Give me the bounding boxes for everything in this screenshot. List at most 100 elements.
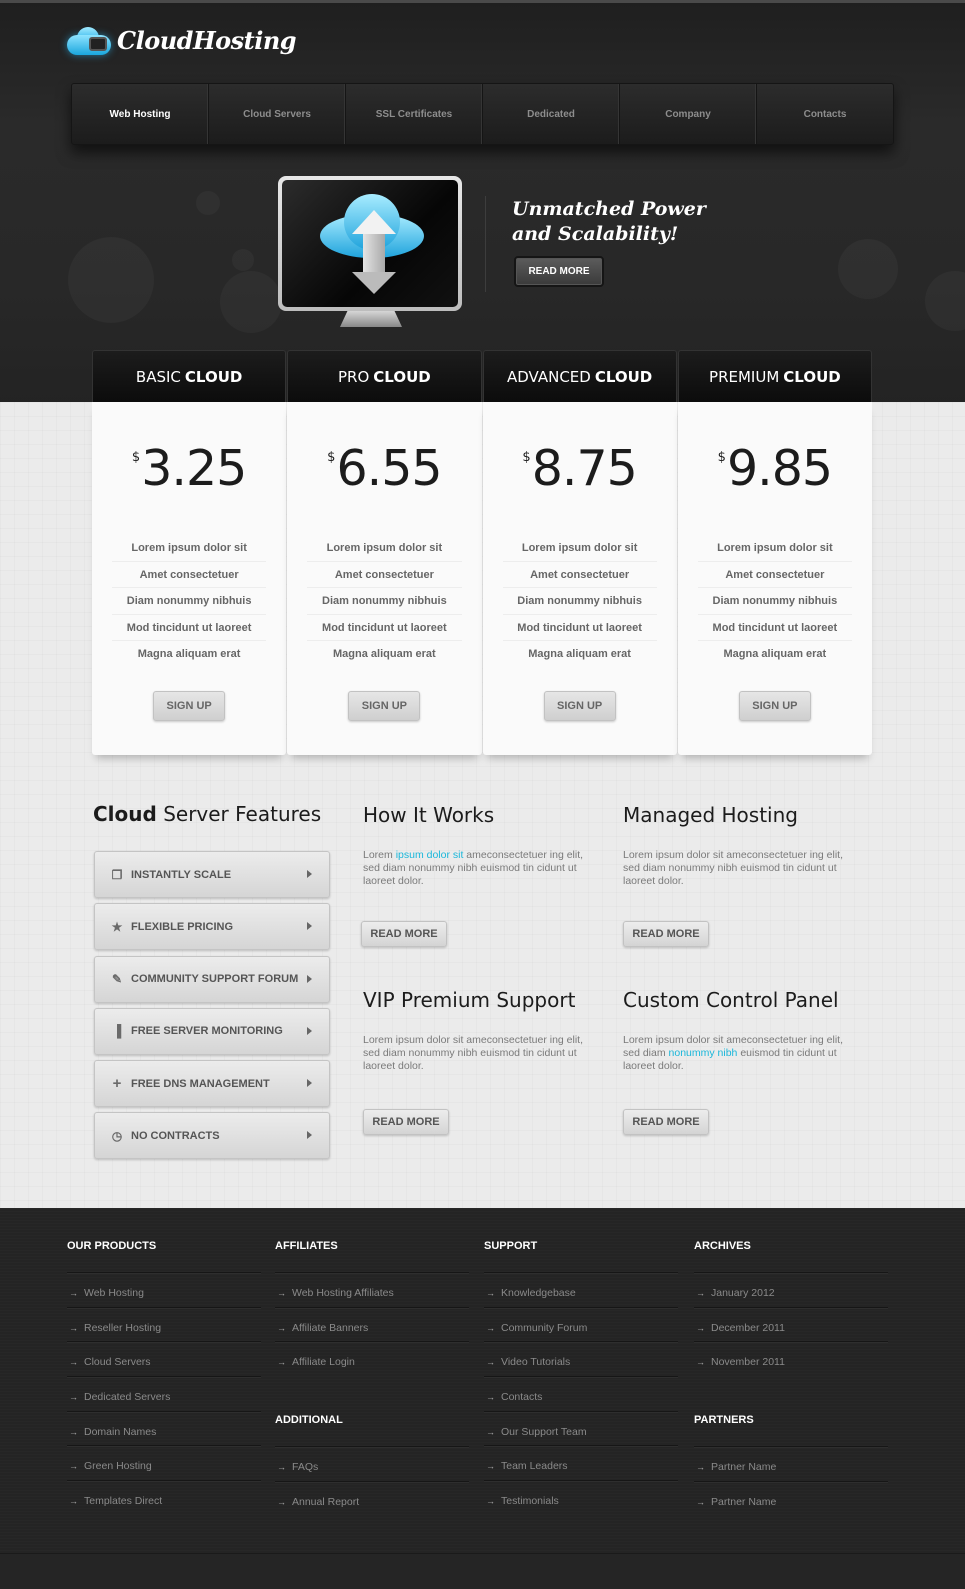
monitor-screen — [282, 180, 458, 307]
plan-tabs: BASIC CLOUD PRO CLOUD ADVANCED CLOUD PREMIU… — [92, 350, 872, 402]
logo[interactable]: CloudHosting — [67, 25, 297, 55]
plan-feature-list: Lorem ipsum dolor sit Amet consectetuer … — [502, 535, 657, 668]
decor-bubble — [68, 237, 154, 323]
arrow-up-icon — [352, 210, 396, 234]
highlight-link[interactable]: ipsum dolor sit — [396, 849, 464, 861]
footer-col-additional: ADDITIONAL FAQs Annual Report — [275, 1414, 469, 1516]
feature-free-dns-management[interactable]: + FREE DNS MANAGEMENT — [94, 1060, 330, 1108]
signup-button-premium[interactable]: SIGN UP — [738, 691, 811, 721]
footer-col-products: OUR PRODUCTS Web Hosting Reseller Hostin… — [67, 1240, 261, 1516]
footer-link[interactable]: Annual Report — [275, 1482, 469, 1517]
footer-link[interactable]: January 2012 — [694, 1273, 888, 1308]
plan-price: $6.55 — [327, 440, 442, 497]
plan-card-advanced: $8.75 Lorem ipsum dolor sit Amet consect… — [482, 402, 677, 755]
feature-flexible-pricing[interactable]: ★ FLEXIBLE PRICING — [94, 903, 330, 951]
footer-link[interactable]: Green Hosting — [67, 1446, 261, 1482]
footer-link[interactable]: Dedicated Servers — [67, 1377, 261, 1412]
footer-link[interactable]: November 2011 — [694, 1342, 888, 1377]
read-more-button-managed-hosting[interactable]: READ MORE — [623, 921, 709, 947]
info-block-title: Custom Control Panel — [623, 988, 839, 1012]
footer-heading: OUR PRODUCTS — [67, 1240, 261, 1273]
hero-divider — [485, 196, 486, 292]
footer-link[interactable]: Contacts — [484, 1377, 678, 1412]
footer-col-affiliates: AFFILIATES Web Hosting Affiliates Affili… — [275, 1240, 469, 1377]
star-icon: ★ — [111, 919, 123, 934]
plan-feature: Diam nonummy nibhuis — [307, 588, 462, 615]
info-block-how-it-works: How It Works Lorem ipsum dolor sit ameco… — [363, 803, 593, 888]
bar-chart-icon: ▐ — [112, 1024, 122, 1039]
plan-feature: Amet consectetuer — [697, 562, 852, 588]
footer-link[interactable]: Community Forum — [484, 1308, 678, 1343]
info-block-text: Lorem ipsum dolor sit ameconsectetuer in… — [363, 1034, 584, 1072]
arrow-right-icon — [307, 1131, 312, 1140]
footer-link[interactable]: Partner Name — [694, 1482, 888, 1517]
highlight-link[interactable]: nonummy nibh — [669, 1047, 738, 1059]
read-more-button-control-panel[interactable]: READ MORE — [623, 1109, 709, 1135]
footer-link[interactable]: December 2011 — [694, 1308, 888, 1343]
footer-link[interactable]: Our Support Team — [484, 1412, 678, 1447]
features-accordion: ❐ INSTANTLY SCALE ★ FLEXIBLE PRICING ✎ C… — [94, 851, 330, 1165]
plan-feature: Lorem ipsum dolor sit — [112, 535, 267, 562]
footer-link[interactable]: Partner Name — [694, 1447, 888, 1482]
footer-link[interactable]: FAQs — [275, 1447, 469, 1482]
footer-col-archives: ARCHIVES January 2012 December 2011 Nove… — [694, 1240, 888, 1377]
nav-ssl-certificates[interactable]: SSL Certificates — [346, 84, 483, 144]
footer-link[interactable]: Affiliate Banners — [275, 1308, 469, 1343]
info-block-text: Lorem ipsum dolor sit ameconsectetuer in… — [623, 849, 844, 887]
signup-button-advanced[interactable]: SIGN UP — [543, 691, 616, 721]
footer-link[interactable]: Web Hosting Affiliates — [275, 1273, 469, 1308]
info-block-title: Managed Hosting — [623, 803, 798, 827]
footer-heading: AFFILIATES — [275, 1240, 469, 1273]
nav-cloud-servers[interactable]: Cloud Servers — [209, 84, 346, 144]
plan-tab-pro[interactable]: PRO CLOUD — [287, 350, 482, 402]
footer-link[interactable]: Cloud Servers — [67, 1342, 261, 1378]
plan-tab-advanced[interactable]: ADVANCED CLOUD — [482, 350, 677, 402]
nav-dedicated[interactable]: Dedicated — [483, 84, 620, 144]
plan-feature: Lorem ipsum dolor sit — [502, 535, 657, 562]
info-block-control-panel: Custom Control Panel Lorem ipsum dolor s… — [623, 988, 853, 1073]
footer-col-partners: PARTNERS Partner Name Partner Name — [694, 1414, 888, 1516]
plan-tab-basic[interactable]: BASIC CLOUD — [92, 350, 287, 402]
footer-heading: PARTNERS — [694, 1414, 888, 1447]
plan-feature-list: Lorem ipsum dolor sit Amet consectetuer … — [697, 535, 852, 668]
feature-free-server-monitoring[interactable]: ▐ FREE SERVER MONITORING — [94, 1007, 330, 1055]
footer-link[interactable]: Team Leaders — [484, 1446, 678, 1482]
footer-link[interactable]: Templates Direct — [67, 1481, 261, 1516]
hero-slogan-line2: and Scalability! — [512, 223, 679, 245]
footer-link[interactable]: Video Tutorials — [484, 1342, 678, 1378]
signup-button-pro[interactable]: SIGN UP — [348, 691, 421, 721]
decor-bubble — [220, 271, 282, 333]
read-more-button-how-it-works[interactable]: READ MORE — [361, 921, 447, 947]
footer-link[interactable]: Reseller Hosting — [67, 1308, 261, 1343]
footer-link[interactable]: Testimonials — [484, 1481, 678, 1516]
footer-col-support: SUPPORT Knowledgebase Community Forum Vi… — [484, 1240, 678, 1516]
plan-feature: Magna aliquam erat — [723, 648, 827, 660]
info-block-title: How It Works — [363, 803, 495, 827]
nav-web-hosting[interactable]: Web Hosting — [72, 84, 209, 144]
decor-bubble — [838, 239, 898, 299]
plan-feature: Diam nonummy nibhuis — [112, 588, 267, 615]
nav-company[interactable]: Company — [620, 84, 757, 144]
info-block-text: Lorem ipsum dolor sit ameconsectetuer in… — [363, 849, 584, 887]
hero-read-more-button[interactable]: READ MORE — [514, 256, 604, 287]
footer-link[interactable]: Domain Names — [67, 1412, 261, 1447]
feature-instantly-scale[interactable]: ❐ INSTANTLY SCALE — [94, 851, 330, 898]
plan-feature: Magna aliquam erat — [137, 648, 241, 660]
feature-no-contracts[interactable]: ◷ NO CONTRACTS — [94, 1112, 330, 1160]
plan-tab-premium[interactable]: PREMIUM CLOUD — [677, 350, 872, 402]
arrow-right-icon — [307, 922, 312, 931]
hero-slogan-line1: Unmatched Power — [512, 198, 706, 220]
features-title: Cloud Server Features — [93, 802, 322, 826]
nav-contacts[interactable]: Contacts — [757, 84, 893, 144]
arrow-right-icon — [307, 870, 312, 878]
read-more-button-vip-support[interactable]: READ MORE — [363, 1109, 449, 1135]
plan-feature: Diam nonummy nibhuis — [697, 588, 852, 615]
info-block-text: Lorem ipsum dolor sit ameconsectetuer in… — [623, 1034, 844, 1072]
plan-card-pro: $6.55 Lorem ipsum dolor sit Amet consect… — [287, 402, 482, 755]
signup-button-basic[interactable]: SIGN UP — [153, 691, 226, 721]
footer-link[interactable]: Knowledgebase — [484, 1273, 678, 1308]
feature-community-support-forum[interactable]: ✎ COMMUNITY SUPPORT FORUM — [94, 955, 330, 1003]
footer-link[interactable]: Affiliate Login — [275, 1342, 469, 1377]
footer-link[interactable]: Web Hosting — [67, 1273, 261, 1308]
arrow-right-icon — [307, 974, 312, 983]
